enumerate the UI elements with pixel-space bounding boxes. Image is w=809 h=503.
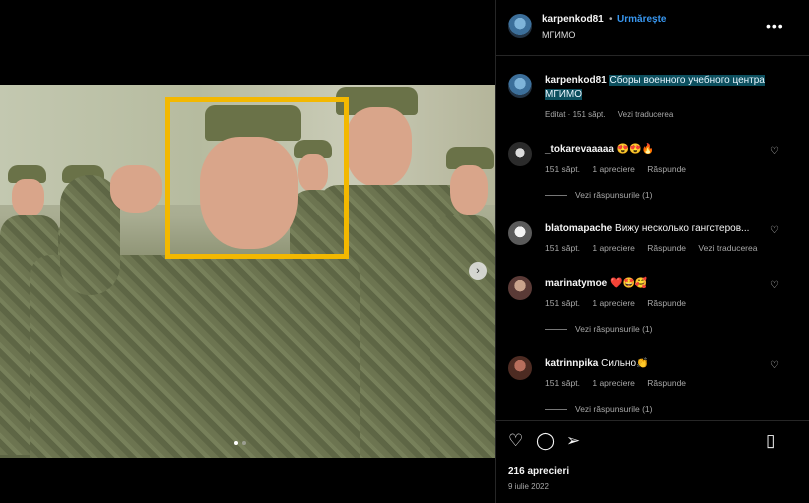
comment-reply-button[interactable]: Răspunde bbox=[647, 378, 686, 388]
comment-text: marinatymoe ❤️🤩🥰 bbox=[545, 278, 647, 289]
comment-text: _tokarevaaaaa 😍😍🔥 bbox=[545, 144, 654, 155]
post-actions: ♡ ◯ ➢ ▯ 216 aprecieri 9 iulie 2022 bbox=[496, 420, 809, 503]
comment-time: 151 săpt. bbox=[545, 378, 580, 388]
heart-icon[interactable]: ♡ bbox=[770, 225, 779, 236]
view-replies[interactable]: Vezi răspunsurile (1) bbox=[545, 324, 652, 334]
view-replies-label[interactable]: Vezi răspunsurile (1) bbox=[575, 404, 652, 414]
separator-dot: • bbox=[609, 14, 613, 25]
comment-username[interactable]: marinatymoe bbox=[545, 278, 607, 289]
comment-time: 151 săpt. bbox=[545, 164, 580, 174]
comment-body: ❤️🤩🥰 bbox=[610, 278, 648, 289]
comment-text: blatomapache Вижу несколько гангстеров..… bbox=[545, 223, 749, 234]
caption-meta: Editat · 151 săpt. Vezi traducerea bbox=[545, 110, 683, 119]
author-avatar[interactable] bbox=[508, 14, 532, 38]
heart-icon[interactable]: ♡ bbox=[770, 360, 779, 371]
comment-avatar[interactable] bbox=[508, 276, 532, 300]
comment-body: Вижу несколько гангстеров... bbox=[615, 223, 750, 234]
comment-meta: 151 săpt. 1 apreciere Răspunde Vezi trad… bbox=[545, 243, 767, 253]
carousel-dots bbox=[234, 441, 246, 445]
comment-avatar[interactable] bbox=[508, 142, 532, 166]
replies-divider bbox=[545, 409, 567, 411]
comment-meta: 151 săpt. 1 apreciere Răspunde bbox=[545, 378, 696, 388]
comment-likes[interactable]: 1 apreciere bbox=[592, 298, 635, 308]
caption-username[interactable]: karpenkod81 bbox=[545, 75, 607, 86]
caption-edited: Editat · 151 săpt. bbox=[545, 110, 606, 119]
post-date: 9 iulie 2022 bbox=[508, 482, 549, 491]
next-image-button[interactable]: › bbox=[469, 262, 487, 280]
comment-meta: 151 săpt. 1 apreciere Răspunde bbox=[545, 298, 696, 308]
comment-text: katrinnpika Сильно👏 bbox=[545, 358, 649, 369]
comment-reply-button[interactable]: Răspunde bbox=[647, 164, 686, 174]
comment-likes[interactable]: 1 apreciere bbox=[592, 243, 635, 253]
view-replies-label[interactable]: Vezi răspunsurile (1) bbox=[575, 324, 652, 334]
comment-icon[interactable]: ◯ bbox=[536, 431, 555, 451]
comment-avatar[interactable] bbox=[508, 221, 532, 245]
bookmark-icon[interactable]: ▯ bbox=[766, 431, 775, 451]
comment-likes[interactable]: 1 apreciere bbox=[592, 164, 635, 174]
post-media: › bbox=[0, 0, 495, 503]
caption-text-block: karpenkod81 Сборы военного учебного цент… bbox=[545, 74, 785, 102]
likes-count[interactable]: 216 aprecieri bbox=[508, 466, 569, 477]
carousel-dot bbox=[242, 441, 246, 445]
comment-avatar[interactable] bbox=[508, 356, 532, 380]
heart-icon[interactable]: ♡ bbox=[770, 146, 779, 157]
location-label[interactable]: МГИМО bbox=[542, 30, 575, 40]
comment-username[interactable]: katrinnpika bbox=[545, 358, 598, 369]
more-options-icon[interactable]: ••• bbox=[766, 18, 784, 34]
post-header: karpenkod81 • Urmărește МГИМО ••• bbox=[496, 0, 809, 56]
carousel-dot bbox=[234, 441, 238, 445]
share-icon[interactable]: ➢ bbox=[566, 431, 580, 451]
comment-reply-button[interactable]: Răspunde bbox=[647, 298, 686, 308]
author-username[interactable]: karpenkod81 bbox=[542, 14, 604, 25]
view-replies[interactable]: Vezi răspunsurile (1) bbox=[545, 190, 652, 200]
comment-username[interactable]: _tokarevaaaaa bbox=[545, 144, 614, 155]
heart-icon[interactable]: ♡ bbox=[770, 280, 779, 291]
comment-reply-button[interactable]: Răspunde bbox=[647, 243, 686, 253]
replies-divider bbox=[545, 195, 567, 197]
caption-avatar[interactable] bbox=[508, 74, 532, 98]
post-side-panel: karpenkod81 • Urmărește МГИМО ••• karpen… bbox=[495, 0, 809, 503]
comment-username[interactable]: blatomapache bbox=[545, 223, 612, 234]
comment-meta: 151 săpt. 1 apreciere Răspunde bbox=[545, 164, 696, 174]
comment-time: 151 săpt. bbox=[545, 243, 580, 253]
replies-divider bbox=[545, 329, 567, 331]
face-highlight-box bbox=[165, 97, 349, 259]
caption-translate-link[interactable]: Vezi traducerea bbox=[618, 110, 674, 119]
comment-translate-link[interactable]: Vezi traducerea bbox=[698, 243, 757, 253]
follow-button[interactable]: Urmărește bbox=[617, 14, 666, 25]
comment-likes[interactable]: 1 apreciere bbox=[592, 378, 635, 388]
soldier-far-right bbox=[430, 145, 495, 458]
comment-body: Сильно👏 bbox=[601, 358, 649, 369]
comment-time: 151 săpt. bbox=[545, 298, 580, 308]
view-replies[interactable]: Vezi răspunsurile (1) bbox=[545, 404, 652, 414]
view-replies-label[interactable]: Vezi răspunsurile (1) bbox=[575, 190, 652, 200]
heart-icon[interactable]: ♡ bbox=[508, 431, 523, 451]
comment-body: 😍😍🔥 bbox=[616, 144, 655, 155]
